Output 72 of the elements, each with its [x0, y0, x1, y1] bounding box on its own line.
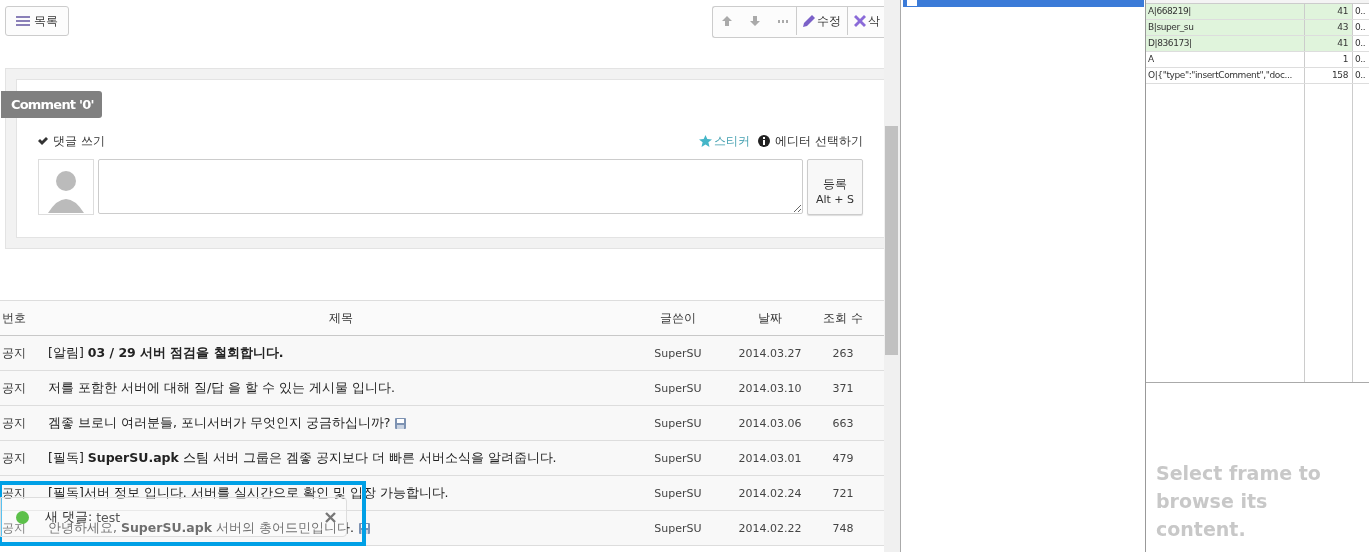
attachment-icon [395, 417, 407, 429]
post-number: 공지 [1, 414, 27, 432]
star-icon [699, 135, 713, 147]
post-number: 공지 [1, 344, 27, 362]
author-cell-text: SuperSU [653, 521, 703, 535]
post-number: 공지 [1, 449, 27, 467]
submit-button[interactable]: 등록 Alt + S [807, 159, 863, 215]
x-mark-icon [854, 15, 866, 27]
post-title-link[interactable]: 겜좋 브로니 여러분들, 포니서버가 무엇인지 궁금하십니까? [48, 414, 391, 432]
frame-time-cell-text: 0.. [1354, 69, 1367, 82]
edit-button[interactable]: 수정 [797, 7, 848, 35]
column-header: 번호 [1, 309, 27, 327]
column-header: 제목 [328, 309, 354, 327]
menu-icon [16, 16, 30, 26]
status-dot-icon [16, 510, 29, 524]
author-cell-text: SuperSU [653, 416, 703, 430]
frame-data-cell: O|{"type":"insertComment","doc... [1146, 68, 1305, 83]
views-cell-text: 663 [831, 416, 855, 430]
frame-length-cell: 43 [1305, 20, 1353, 35]
scrollbar-thumb[interactable] [885, 126, 898, 355]
author-cell-text: SuperSU [653, 486, 703, 500]
frame-time-cell-text: 0.. [1354, 5, 1367, 18]
pencil-icon [803, 15, 815, 27]
views-cell-text: 263 [831, 346, 855, 360]
comment-input[interactable] [98, 159, 803, 214]
column-header: 날짜 [757, 309, 783, 327]
date-cell-text: 2014.03.10 [737, 381, 803, 395]
editor-select-link[interactable]: 에디터 선택하기 [758, 132, 863, 150]
frame-data-cell: A [1146, 52, 1305, 67]
frame-time-cell-text: 0.. [1354, 21, 1367, 34]
views-cell-text: 748 [831, 521, 855, 535]
up-arrow-icon [722, 16, 732, 26]
info-icon [758, 135, 771, 147]
check-icon [38, 137, 48, 145]
date-cell-text: 2014.03.27 [737, 346, 803, 360]
date-cell-text: 2014.03.01 [737, 451, 803, 465]
request-row[interactable] [903, 0, 1144, 7]
post-number: 공지 [1, 519, 27, 537]
frame-time-cell-text: 0.. [1354, 53, 1367, 66]
post-title-link[interactable]: [알림] 03 / 29 서버 점검을 철회합니다. [48, 344, 284, 362]
author-cell-text: SuperSU [653, 381, 703, 395]
frame-length-cell: 41 [1305, 4, 1353, 19]
post-number: 공지 [1, 379, 27, 397]
frame-length-cell: 41 [1305, 36, 1353, 51]
frame-length-cell: 1 [1305, 52, 1353, 67]
close-icon[interactable] [325, 511, 336, 523]
frame-length-cell: 158 [1305, 68, 1353, 83]
list-button[interactable]: 목록 [5, 6, 69, 36]
date-cell-text: 2014.02.24 [737, 486, 803, 500]
down-arrow-icon [750, 16, 760, 26]
attachment-icon [358, 522, 370, 534]
avatar-icon [38, 159, 94, 215]
post-title-link[interactable]: [필독] SuperSU.apk 스팀 서버 그룹은 겜좋 공지보다 더 빠른 서버소식을 알려줍니다. [48, 449, 557, 467]
post-title-link[interactable]: 저를 포함한 서버에 대해 질/답 을 할 수 있는 게시물 입니다. [48, 379, 395, 397]
column-header: 조회 수 [822, 309, 864, 327]
write-comment-label: 댓글 쓰기 [53, 132, 105, 150]
scrollbar[interactable] [884, 0, 901, 552]
frame-time-cell-text: 0.. [1354, 37, 1367, 50]
delete-button[interactable]: 삭 [848, 7, 884, 35]
date-cell-text: 2014.02.22 [737, 521, 803, 535]
comment-count-label: Comment '0' [1, 91, 102, 118]
frame-data-cell: D|836173| [1146, 36, 1305, 51]
views-cell-text: 479 [831, 451, 855, 465]
author-cell-text: SuperSU [653, 346, 703, 360]
frame-data-cell: A|668219| [1146, 4, 1305, 19]
more-icon [777, 19, 788, 23]
date-cell-text: 2014.03.06 [737, 416, 803, 430]
frame-data-cell: B|super_su [1146, 20, 1305, 35]
column-header: 글쓴이 [659, 309, 697, 327]
author-cell-text: SuperSU [653, 451, 703, 465]
views-cell-text: 371 [831, 381, 855, 395]
views-cell-text: 721 [831, 486, 855, 500]
